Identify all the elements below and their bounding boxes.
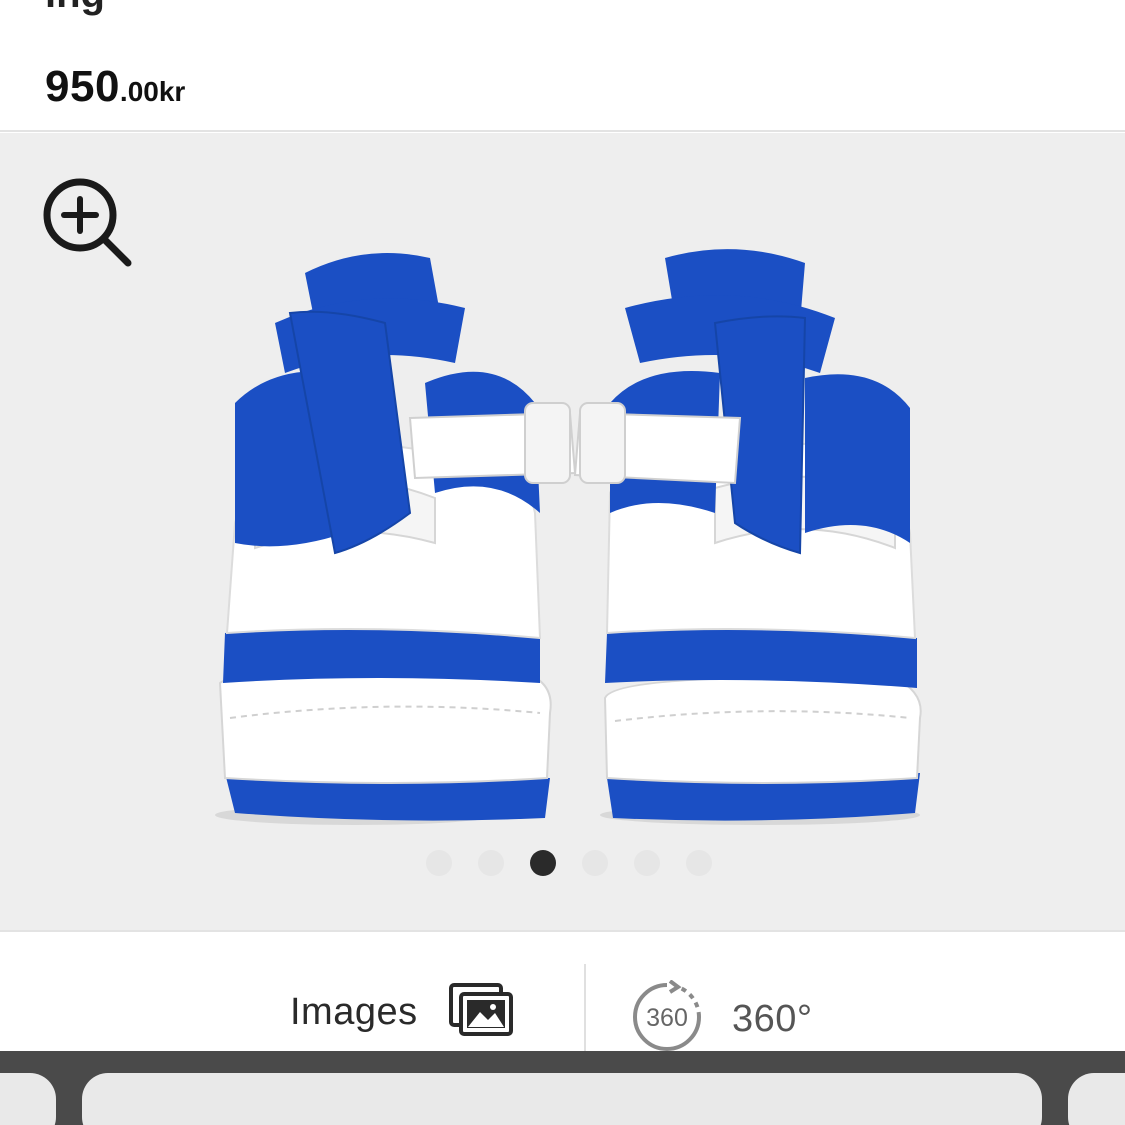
left-shoe: [215, 253, 577, 825]
carousel-dot[interactable]: [685, 850, 712, 876]
product-price: 950 .00kr: [45, 62, 185, 112]
product-image-gallery[interactable]: [0, 133, 1125, 930]
rotate-360-icon: 360: [630, 979, 704, 1059]
view-mode-bar: Images 360 360°: [0, 930, 1125, 1053]
price-fraction-currency: .00kr: [119, 76, 186, 107]
carousel-dot[interactable]: [581, 850, 608, 876]
carousel-dot[interactable]: [425, 850, 452, 876]
right-shoe: [573, 249, 922, 825]
tab-divider: [584, 964, 586, 1053]
gallery-icon: [448, 982, 514, 1043]
product-header: ing 950 .00kr: [0, 0, 1125, 132]
spin-360-tab[interactable]: 360 360°: [630, 979, 813, 1059]
zoom-in-icon[interactable]: [38, 173, 134, 269]
carousel-dot[interactable]: [477, 850, 504, 876]
browser-tab-next[interactable]: [1068, 1073, 1125, 1125]
svg-text:360: 360: [646, 1004, 688, 1032]
spin-360-label: 360°: [732, 998, 813, 1040]
images-tab-label: Images: [290, 991, 418, 1033]
browser-tab-bar: [0, 1051, 1125, 1125]
browser-tab-previous[interactable]: [0, 1073, 56, 1125]
images-tab[interactable]: Images: [290, 982, 514, 1043]
price-whole: 950: [45, 62, 120, 111]
carousel-dot[interactable]: [633, 850, 660, 876]
product-image[interactable]: [195, 213, 955, 913]
carousel-dot-active[interactable]: [529, 850, 556, 876]
browser-address-bar[interactable]: [82, 1073, 1042, 1125]
product-title: ing: [45, 0, 105, 17]
carousel-dots: [0, 850, 1125, 880]
